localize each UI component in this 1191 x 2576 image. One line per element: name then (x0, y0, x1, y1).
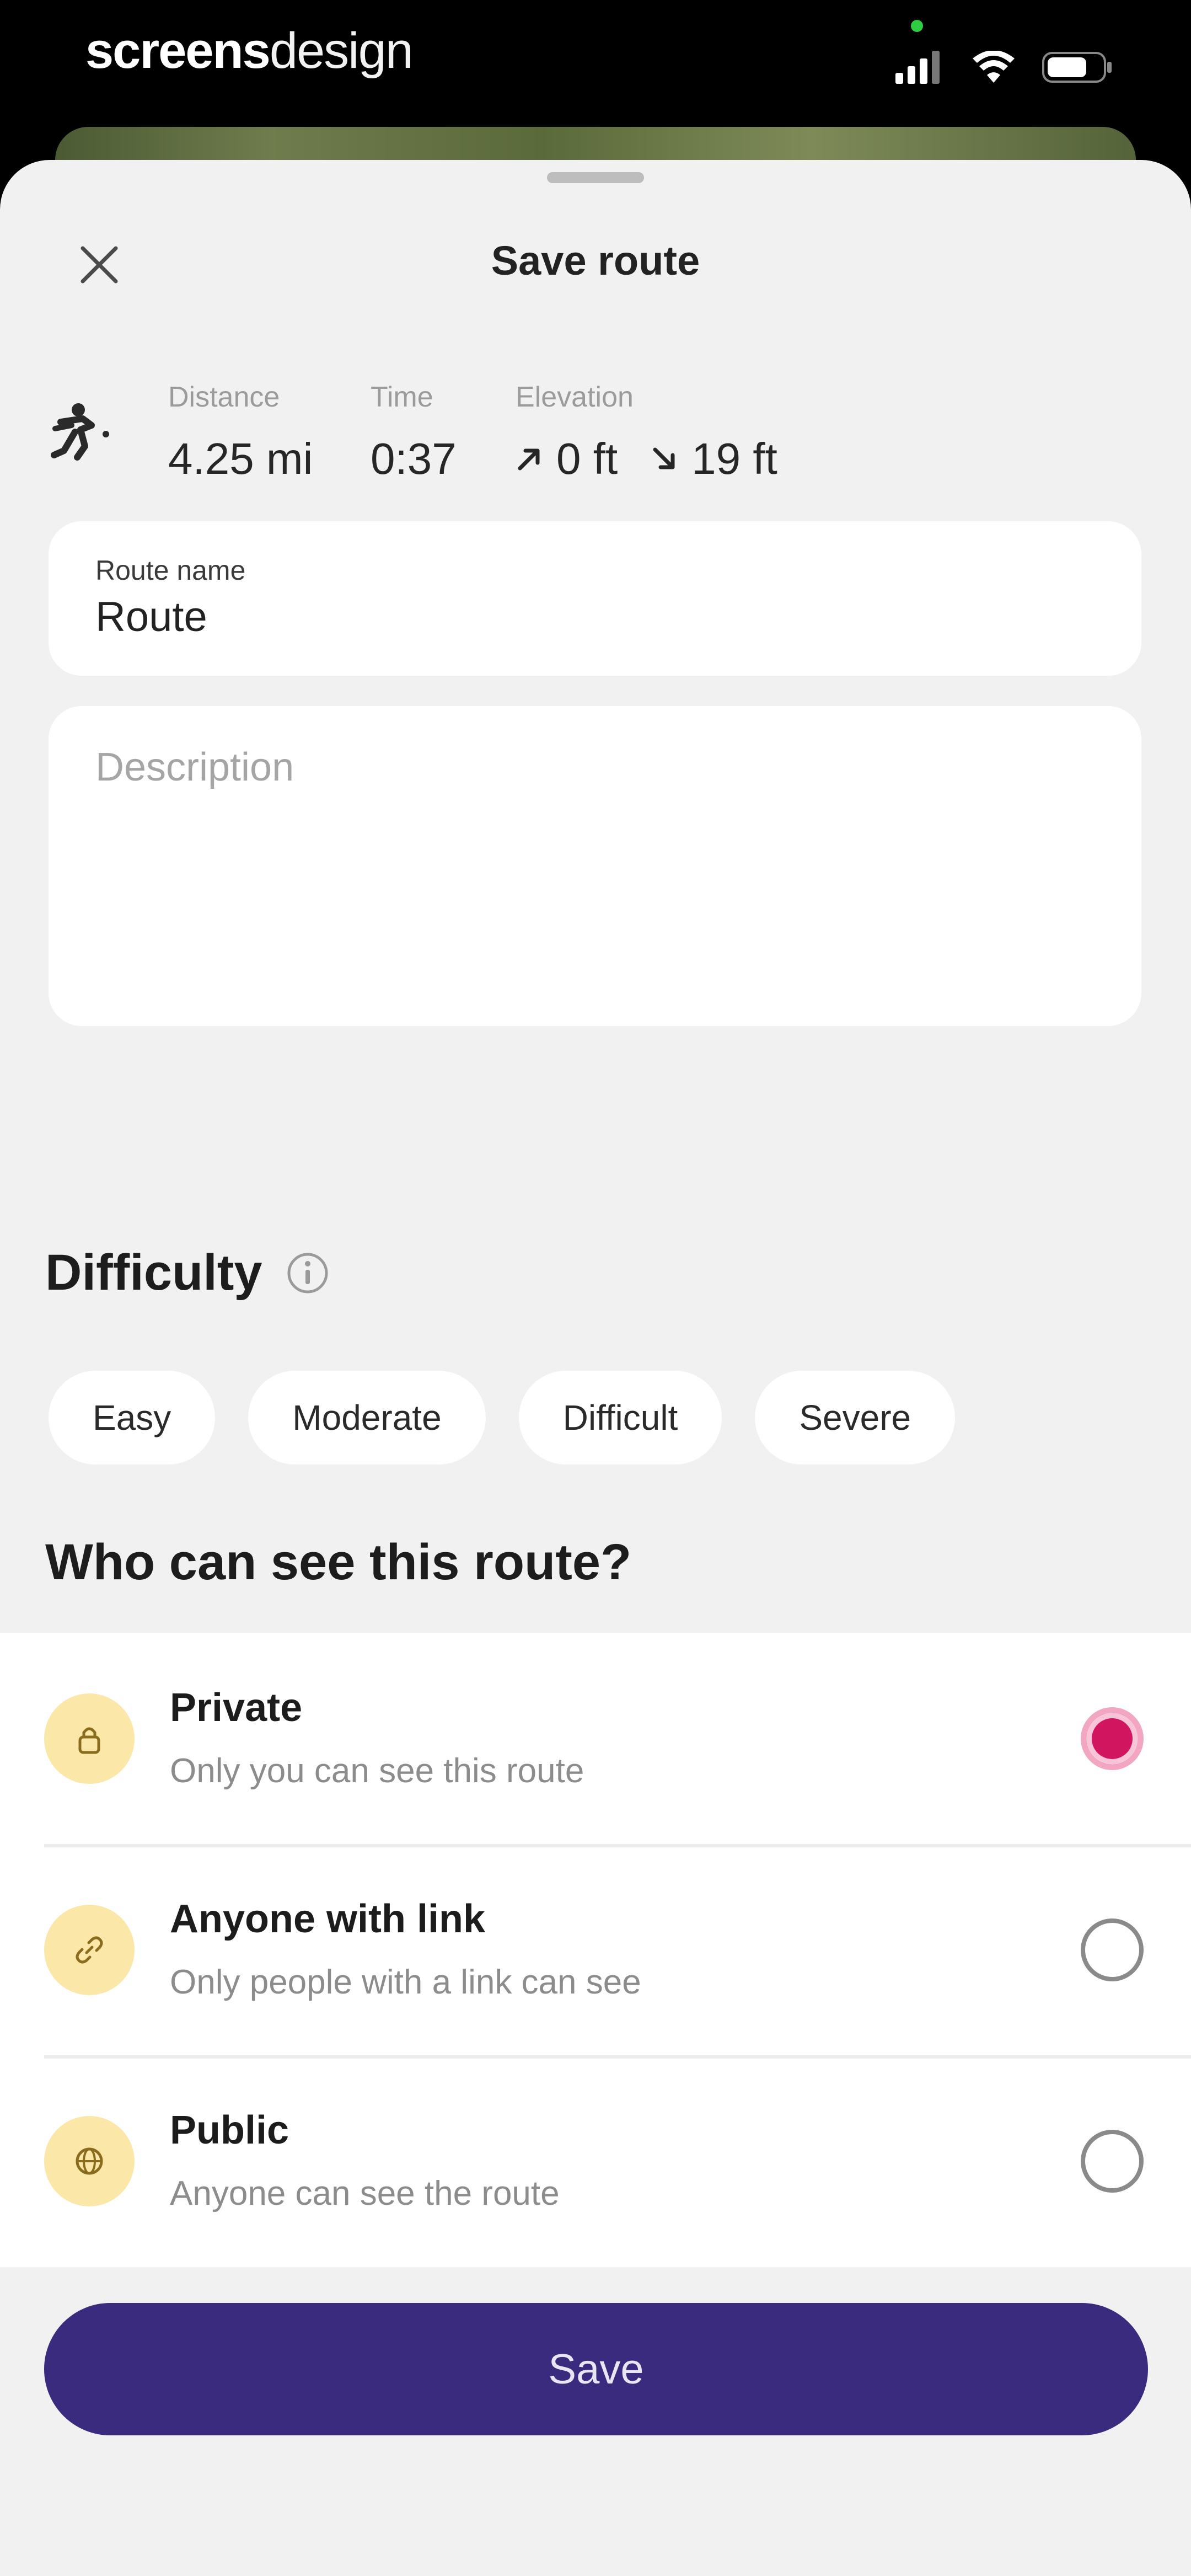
hiking-icon (44, 400, 116, 461)
visibility-option-subtitle: Only people with a link can see (170, 1963, 641, 2001)
difficulty-chip-moderate[interactable]: Moderate (248, 1371, 486, 1465)
status-bar: screensdesign (0, 0, 1191, 127)
elevation-gain-icon (518, 448, 540, 471)
save-route-sheet: Save route Distance 4.25 mi Time 0:37 El… (0, 160, 1191, 2576)
difficulty-chip-easy[interactable]: Easy (49, 1371, 216, 1465)
visibility-options: Private Only you can see this route Anyo… (0, 1633, 1191, 2267)
battery-icon (1042, 52, 1112, 83)
visibility-heading: Who can see this route? (45, 1534, 632, 1590)
visibility-option-link[interactable]: Anyone with link Only people with a link… (0, 1844, 1191, 2055)
save-button[interactable]: Save (44, 2303, 1148, 2435)
time-label: Time (371, 381, 433, 413)
difficulty-section: Difficulty (45, 1244, 330, 1302)
route-name-label: Route name (95, 555, 246, 586)
description-input[interactable] (95, 745, 1088, 987)
lock-icon (44, 1693, 135, 1784)
distance-value: 4.25 mi (168, 434, 313, 483)
status-icons (895, 51, 1114, 84)
route-name-field[interactable]: Route name (49, 521, 1141, 676)
elevation-loss-value: 19 ft (691, 434, 777, 483)
distance-label: Distance (168, 381, 280, 413)
difficulty-chip-difficult[interactable]: Difficult (518, 1371, 722, 1465)
globe-icon (44, 2116, 135, 2206)
visibility-option-title: Private (170, 1686, 303, 1730)
radio-public[interactable] (1081, 2130, 1144, 2193)
radio-private[interactable] (1081, 1707, 1144, 1770)
visibility-option-subtitle: Anyone can see the route (170, 2174, 560, 2212)
camera-indicator (911, 20, 923, 32)
elevation-gain-value: 0 ft (556, 434, 618, 483)
visibility-option-title: Public (170, 2108, 289, 2152)
stat-elevation: Elevation 0 ft 19 ft (516, 381, 777, 484)
visibility-option-subtitle: Only you can see this route (170, 1752, 584, 1790)
page-title: Save route (491, 238, 700, 284)
route-name-input[interactable] (95, 593, 1088, 641)
elevation-label: Elevation (516, 381, 634, 413)
info-icon[interactable] (286, 1251, 330, 1295)
elevation-loss-icon (653, 447, 675, 469)
description-field[interactable] (49, 706, 1141, 1026)
wifi-icon (973, 51, 1015, 83)
stat-time: Time 0:37 (371, 381, 457, 484)
visibility-option-private[interactable]: Private Only you can see this route (0, 1633, 1191, 1844)
difficulty-chip-severe[interactable]: Severe (755, 1371, 956, 1465)
stat-distance: Distance 4.25 mi (168, 381, 313, 484)
difficulty-options: Easy Moderate Difficult Severe (49, 1371, 956, 1465)
time-value: 0:37 (371, 434, 457, 483)
brand-watermark: screensdesign (85, 23, 414, 79)
sheet-grabber[interactable] (547, 172, 644, 183)
visibility-option-public[interactable]: Public Anyone can see the route (0, 2055, 1191, 2267)
screen: screensdesign Save route Distance 4.25 m… (0, 0, 1191, 2576)
visibility-option-title: Anyone with link (170, 1897, 486, 1941)
radio-link[interactable] (1081, 1918, 1144, 1981)
link-icon (44, 1905, 135, 1995)
signal-icon (895, 51, 940, 84)
difficulty-heading: Difficulty (45, 1244, 262, 1301)
elevation-values: 0 ft 19 ft (516, 434, 777, 484)
